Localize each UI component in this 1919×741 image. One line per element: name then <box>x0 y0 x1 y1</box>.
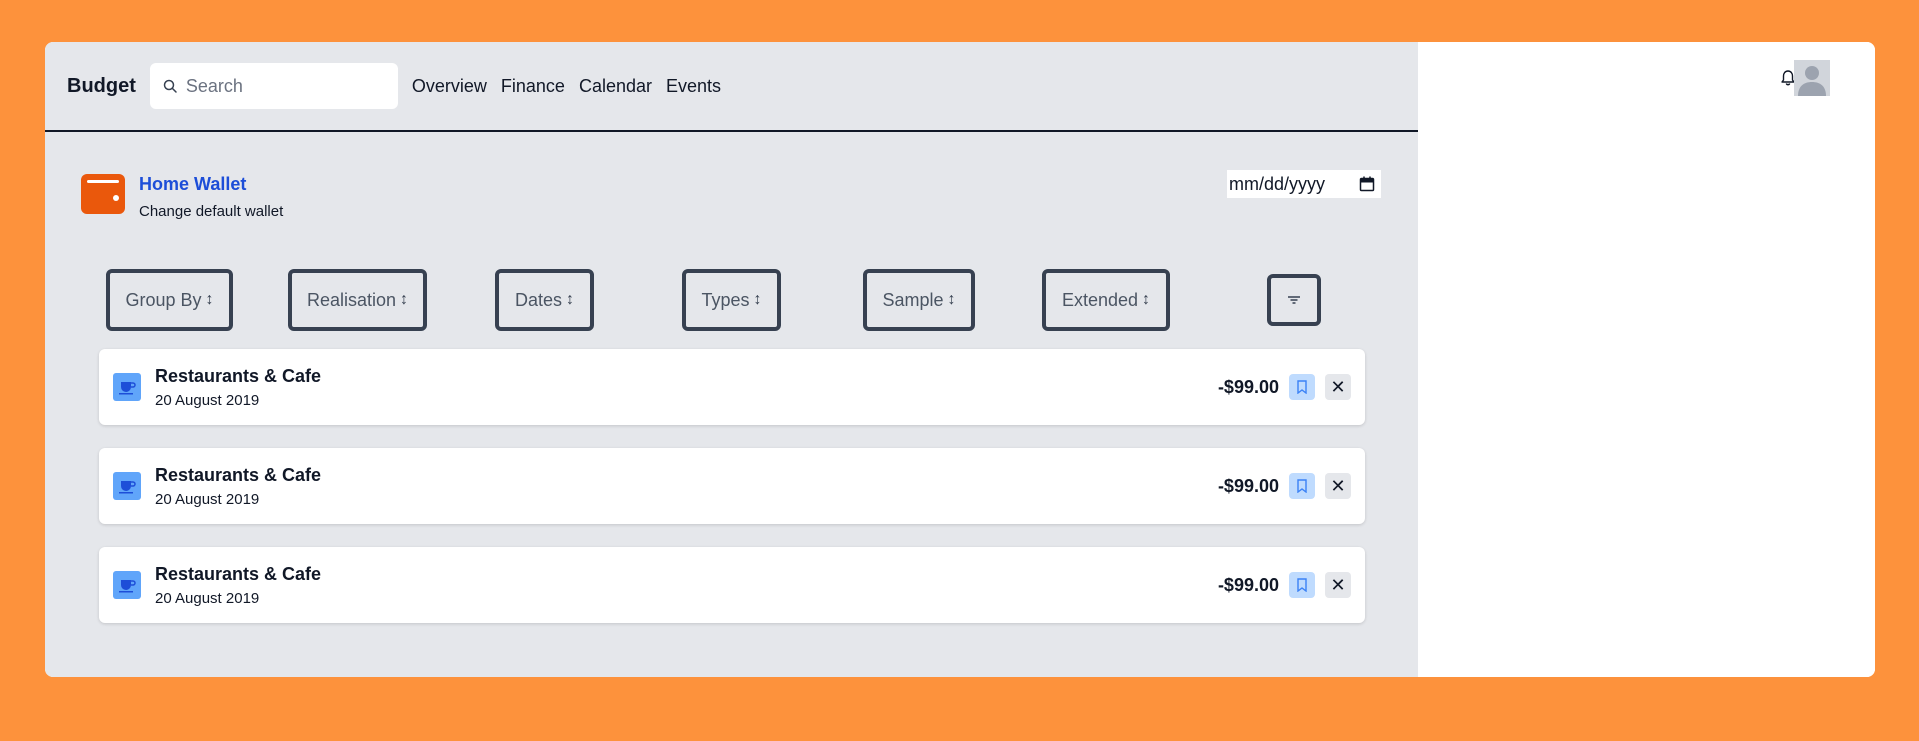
close-icon: ✕ <box>1330 574 1346 595</box>
bookmark-button[interactable] <box>1289 572 1315 598</box>
transaction-info: Restaurants & Cafe 20 August 2019 <box>155 366 321 409</box>
types-label: Types <box>701 289 750 310</box>
nav-finance[interactable]: Finance <box>501 76 565 97</box>
app-window: Budget Overview Finance Calendar Events <box>45 42 1875 677</box>
transaction-actions: -$99.00 ✕ <box>1218 572 1351 598</box>
change-wallet-link[interactable]: Change default wallet <box>139 203 283 220</box>
transaction-info: Restaurants & Cafe 20 August 2019 <box>155 465 321 508</box>
delete-button[interactable]: ✕ <box>1325 473 1351 499</box>
search-input[interactable] <box>185 75 386 97</box>
right-panel <box>1418 42 1875 677</box>
transaction-actions: -$99.00 ✕ <box>1218 473 1351 499</box>
transaction-category: Restaurants & Cafe <box>155 464 322 485</box>
search-icon <box>163 79 177 93</box>
close-icon: ✕ <box>1330 376 1346 397</box>
user-icon <box>1794 60 1830 96</box>
extended-filter[interactable]: Extended ↕ <box>1042 269 1170 331</box>
nav-calendar[interactable]: Calendar <box>579 76 652 97</box>
realisation-label: Realisation <box>306 289 397 310</box>
group-by-label: Group By <box>125 289 202 310</box>
wallet-icon-clasp <box>113 195 119 201</box>
extended-label: Extended <box>1061 289 1139 310</box>
nav-overview[interactable]: Overview <box>412 76 487 97</box>
coffee-cup-icon <box>113 373 141 401</box>
search-box[interactable] <box>149 63 398 109</box>
delete-button[interactable]: ✕ <box>1325 572 1351 598</box>
wallet-info: Home Wallet Change default wallet <box>139 172 283 220</box>
bookmark-icon <box>1297 479 1307 493</box>
transaction-amount: -$99.00 <box>1217 376 1279 397</box>
sort-arrows-icon: ↕ <box>753 291 762 308</box>
bookmark-icon <box>1297 380 1307 394</box>
bookmark-button[interactable] <box>1289 374 1315 400</box>
transaction-amount: -$99.00 <box>1217 475 1279 496</box>
coffee-cup-icon <box>113 472 141 500</box>
sort-arrows-icon: ↕ <box>400 291 409 308</box>
filter-button[interactable] <box>1267 274 1321 326</box>
wallet-icon-flap <box>87 180 119 183</box>
wallet-section: Home Wallet Change default wallet <box>81 172 283 220</box>
transaction-actions: -$99.00 ✕ <box>1218 374 1351 400</box>
nav-events[interactable]: Events <box>666 76 721 97</box>
wallet-icon <box>81 174 125 214</box>
transaction-category: Restaurants & Cafe <box>155 365 322 386</box>
realisation-filter[interactable]: Realisation ↕ <box>288 269 427 331</box>
close-icon: ✕ <box>1330 475 1346 496</box>
filter-icon <box>1288 296 1300 304</box>
main-panel: Budget Overview Finance Calendar Events <box>45 42 1418 677</box>
date-placeholder: mm/dd/yyyy <box>1229 173 1326 194</box>
delete-button[interactable]: ✕ <box>1325 374 1351 400</box>
transaction-row[interactable]: Restaurants & Cafe 20 August 2019 -$99.0… <box>99 448 1365 524</box>
transaction-date: 20 August 2019 <box>155 391 260 409</box>
sort-arrows-icon: ↕ <box>205 291 214 308</box>
group-by-filter[interactable]: Group By ↕ <box>106 269 233 331</box>
transaction-row[interactable]: Restaurants & Cafe 20 August 2019 -$99.0… <box>99 547 1365 623</box>
wallet-name-link[interactable]: Home Wallet <box>139 174 283 195</box>
dates-filter[interactable]: Dates ↕ <box>495 269 594 331</box>
avatar[interactable] <box>1794 60 1830 96</box>
sort-arrows-icon: ↕ <box>566 291 575 308</box>
coffee-cup-icon <box>113 571 141 599</box>
transaction-category: Restaurants & Cafe <box>155 563 322 584</box>
sort-arrows-icon: ↕ <box>1142 291 1151 308</box>
transaction-date: 20 August 2019 <box>155 490 260 508</box>
transaction-info: Restaurants & Cafe 20 August 2019 <box>155 564 321 607</box>
dates-label: Dates <box>514 289 563 310</box>
sample-label: Sample <box>882 289 944 310</box>
calendar-icon[interactable] <box>1359 176 1375 192</box>
top-navbar: Budget Overview Finance Calendar Events <box>45 42 1418 132</box>
transaction-date: 20 August 2019 <box>155 589 260 607</box>
sample-filter[interactable]: Sample ↕ <box>863 269 975 331</box>
brand-logo[interactable]: Budget <box>67 75 136 98</box>
main-nav: Overview Finance Calendar Events <box>412 76 721 97</box>
bookmark-button[interactable] <box>1289 473 1315 499</box>
transaction-row[interactable]: Restaurants & Cafe 20 August 2019 -$99.0… <box>99 349 1365 425</box>
bookmark-icon <box>1297 578 1307 592</box>
date-picker-input[interactable]: mm/dd/yyyy <box>1227 170 1381 198</box>
sort-arrows-icon: ↕ <box>947 291 956 308</box>
transaction-amount: -$99.00 <box>1217 574 1279 595</box>
types-filter[interactable]: Types ↕ <box>682 269 781 331</box>
